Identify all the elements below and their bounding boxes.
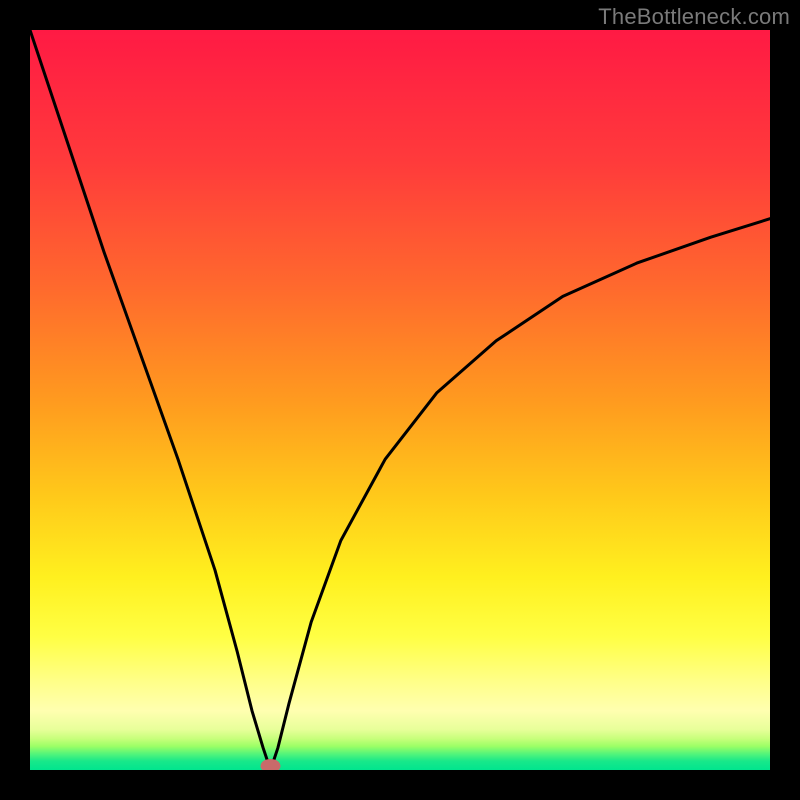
heatmap-background bbox=[30, 30, 770, 770]
chart-frame: TheBottleneck.com bbox=[0, 0, 800, 800]
plot-area bbox=[30, 30, 770, 770]
watermark-text: TheBottleneck.com bbox=[598, 4, 790, 30]
chart-svg bbox=[30, 30, 770, 770]
